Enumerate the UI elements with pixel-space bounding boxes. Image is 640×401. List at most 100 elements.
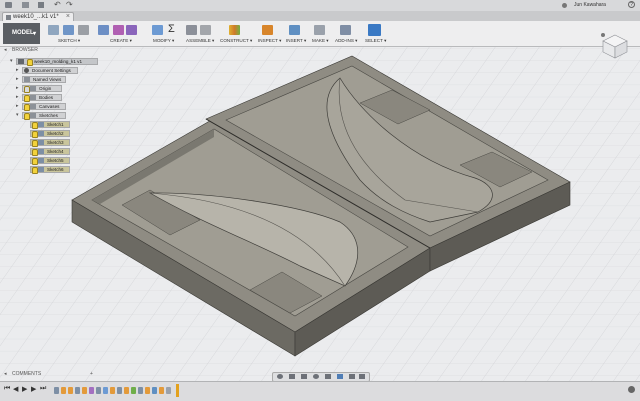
browser-item-sketch4[interactable]: Sketch4 bbox=[30, 148, 70, 156]
box-icon[interactable] bbox=[98, 25, 109, 35]
timeline-extrude-feature[interactable] bbox=[82, 387, 87, 394]
expand-arrow-icon[interactable]: ▸ bbox=[16, 76, 19, 82]
browser-item-sketch6[interactable]: Sketch6 bbox=[30, 166, 70, 174]
browser-item-document-settings[interactable]: ▸ Document Settings bbox=[16, 67, 78, 74]
orbit-icon[interactable] bbox=[277, 374, 283, 379]
collapse-arrow-icon[interactable]: ▾ bbox=[16, 112, 19, 118]
comments-panel-header[interactable]: ◂ COMMENTS + bbox=[4, 371, 96, 378]
add-ins-menu[interactable]: ADD-INS ▾ bbox=[335, 38, 357, 44]
select-cursor-icon[interactable] bbox=[368, 24, 381, 36]
folder-icon bbox=[30, 95, 36, 100]
scripts-icon[interactable] bbox=[340, 25, 351, 35]
assemble-menu[interactable]: ASSEMBLE ▾ bbox=[186, 38, 214, 44]
timeline-split-feature[interactable] bbox=[131, 387, 136, 394]
make-menu[interactable]: MAKE ▾ bbox=[312, 38, 329, 44]
browser-item-sketch5[interactable]: Sketch5 bbox=[30, 157, 70, 165]
expand-arrow-icon[interactable]: ▸ bbox=[16, 103, 19, 109]
mesh-icon[interactable] bbox=[126, 25, 137, 35]
help-icon[interactable]: ? bbox=[628, 1, 635, 8]
collapse-icon[interactable]: ◂ bbox=[4, 371, 7, 377]
timeline-sketch-feature[interactable] bbox=[96, 387, 101, 394]
joint-icon[interactable] bbox=[200, 25, 211, 35]
browser-item-sketch2[interactable]: Sketch2 bbox=[30, 130, 70, 138]
user-icon[interactable] bbox=[562, 3, 567, 8]
view-cube[interactable] bbox=[600, 32, 630, 60]
close-tab-icon[interactable]: × bbox=[66, 13, 70, 20]
visibility-bulb-icon[interactable] bbox=[27, 59, 33, 66]
browser-item-bodies[interactable]: ▸ Bodies bbox=[16, 94, 62, 102]
select-menu[interactable]: SELECT ▾ bbox=[365, 38, 386, 44]
zoom-icon[interactable] bbox=[313, 374, 319, 379]
offset-plane-icon[interactable] bbox=[229, 25, 240, 35]
timeline-extrude-feature[interactable] bbox=[159, 387, 164, 394]
3d-print-icon[interactable] bbox=[314, 25, 325, 35]
browser-root[interactable]: ▾ week10_molding_k1 v1 bbox=[10, 58, 98, 66]
timeline-sketch-feature[interactable] bbox=[117, 387, 122, 394]
pan-icon[interactable] bbox=[301, 374, 307, 379]
browser-item-sketch1[interactable]: Sketch1 bbox=[30, 121, 70, 129]
construct-menu[interactable]: CONSTRUCT ▾ bbox=[220, 38, 252, 44]
timeline-loft-feature[interactable] bbox=[103, 387, 108, 394]
press-pull-icon[interactable] bbox=[152, 25, 163, 35]
play-icon[interactable]: ▶ bbox=[22, 385, 27, 393]
step-back-icon[interactable]: ◀ bbox=[13, 385, 18, 393]
timeline-sketch-feature[interactable] bbox=[75, 387, 80, 394]
timeline-extrude-feature[interactable] bbox=[124, 387, 129, 394]
3d-viewport[interactable] bbox=[0, 47, 640, 381]
timeline-combine-feature[interactable] bbox=[89, 387, 94, 394]
add-comment-icon[interactable]: + bbox=[90, 371, 93, 377]
timeline-fillet-feature[interactable] bbox=[152, 387, 157, 394]
browser-header[interactable]: ◂ BROWSER bbox=[4, 47, 96, 54]
create-sketch-icon[interactable] bbox=[48, 25, 59, 35]
expand-arrow-icon[interactable]: ▸ bbox=[16, 94, 19, 100]
file-icon[interactable] bbox=[22, 2, 29, 8]
workspace-label: MODEL bbox=[12, 30, 34, 36]
display-settings-icon[interactable] bbox=[337, 374, 343, 379]
browser-item-named-views[interactable]: ▸ Named Views bbox=[16, 76, 66, 83]
sketch-menu[interactable]: SKETCH ▾ bbox=[58, 38, 80, 44]
timeline-move-feature[interactable] bbox=[166, 387, 171, 394]
timeline-sketch-feature[interactable] bbox=[54, 387, 59, 394]
redo-icon[interactable]: ↷ bbox=[66, 0, 73, 9]
user-name[interactable]: Jun Kawahara bbox=[574, 2, 606, 8]
app-menu-icon[interactable] bbox=[5, 2, 12, 8]
browser-item-origin[interactable]: ▸ Origin bbox=[16, 85, 62, 93]
grid-settings-icon[interactable] bbox=[349, 374, 355, 379]
viewports-icon[interactable] bbox=[359, 374, 365, 379]
modify-menu[interactable]: MODIFY ▾ bbox=[153, 38, 174, 44]
timeline-extrude-feature[interactable] bbox=[145, 387, 150, 394]
undo-icon[interactable]: ↶ bbox=[54, 0, 61, 9]
go-to-end-icon[interactable]: ⏭ bbox=[40, 385, 46, 393]
go-to-start-icon[interactable]: ⏮ bbox=[4, 385, 10, 393]
expand-arrow-icon[interactable]: ▸ bbox=[16, 67, 19, 73]
browser-item-sketches[interactable]: ▾ Sketches bbox=[16, 112, 66, 120]
comments-title: COMMENTS bbox=[12, 371, 42, 377]
home-view-icon[interactable] bbox=[601, 33, 605, 37]
look-at-icon[interactable] bbox=[289, 374, 295, 379]
insert-image-icon[interactable] bbox=[289, 25, 300, 35]
step-forward-icon[interactable]: ▶ bbox=[31, 385, 36, 393]
fit-icon[interactable] bbox=[325, 374, 331, 379]
timeline-extrude-feature[interactable] bbox=[68, 387, 73, 394]
form-icon[interactable] bbox=[113, 25, 124, 35]
timeline-extrude-feature[interactable] bbox=[61, 387, 66, 394]
collapse-arrow-icon[interactable]: ▾ bbox=[10, 58, 13, 64]
browser-item-sketch3[interactable]: Sketch3 bbox=[30, 139, 70, 147]
inspect-menu[interactable]: INSPECT ▾ bbox=[258, 38, 281, 44]
timeline-settings-icon[interactable] bbox=[628, 386, 635, 393]
expand-arrow-icon[interactable]: ▸ bbox=[16, 85, 19, 91]
browser-item-canvases[interactable]: ▸ Canvases bbox=[16, 103, 66, 111]
create-menu[interactable]: CREATE ▾ bbox=[110, 38, 132, 44]
undo-sketch-icon[interactable] bbox=[63, 25, 74, 35]
timeline-marker[interactable] bbox=[176, 384, 179, 397]
save-icon[interactable] bbox=[38, 2, 44, 8]
workspace-switcher-button[interactable]: MODEL ▾ bbox=[3, 23, 40, 44]
stop-sketch-icon[interactable] bbox=[78, 25, 89, 35]
collapse-icon[interactable]: ◂ bbox=[4, 47, 7, 53]
insert-menu[interactable]: INSERT ▾ bbox=[286, 38, 306, 44]
timeline-extrude-feature[interactable] bbox=[110, 387, 115, 394]
measure-icon[interactable] bbox=[262, 25, 273, 35]
timeline-sketch-feature[interactable] bbox=[138, 387, 143, 394]
new-component-icon[interactable] bbox=[186, 25, 197, 35]
sigma-icon[interactable]: Σ bbox=[168, 23, 175, 35]
